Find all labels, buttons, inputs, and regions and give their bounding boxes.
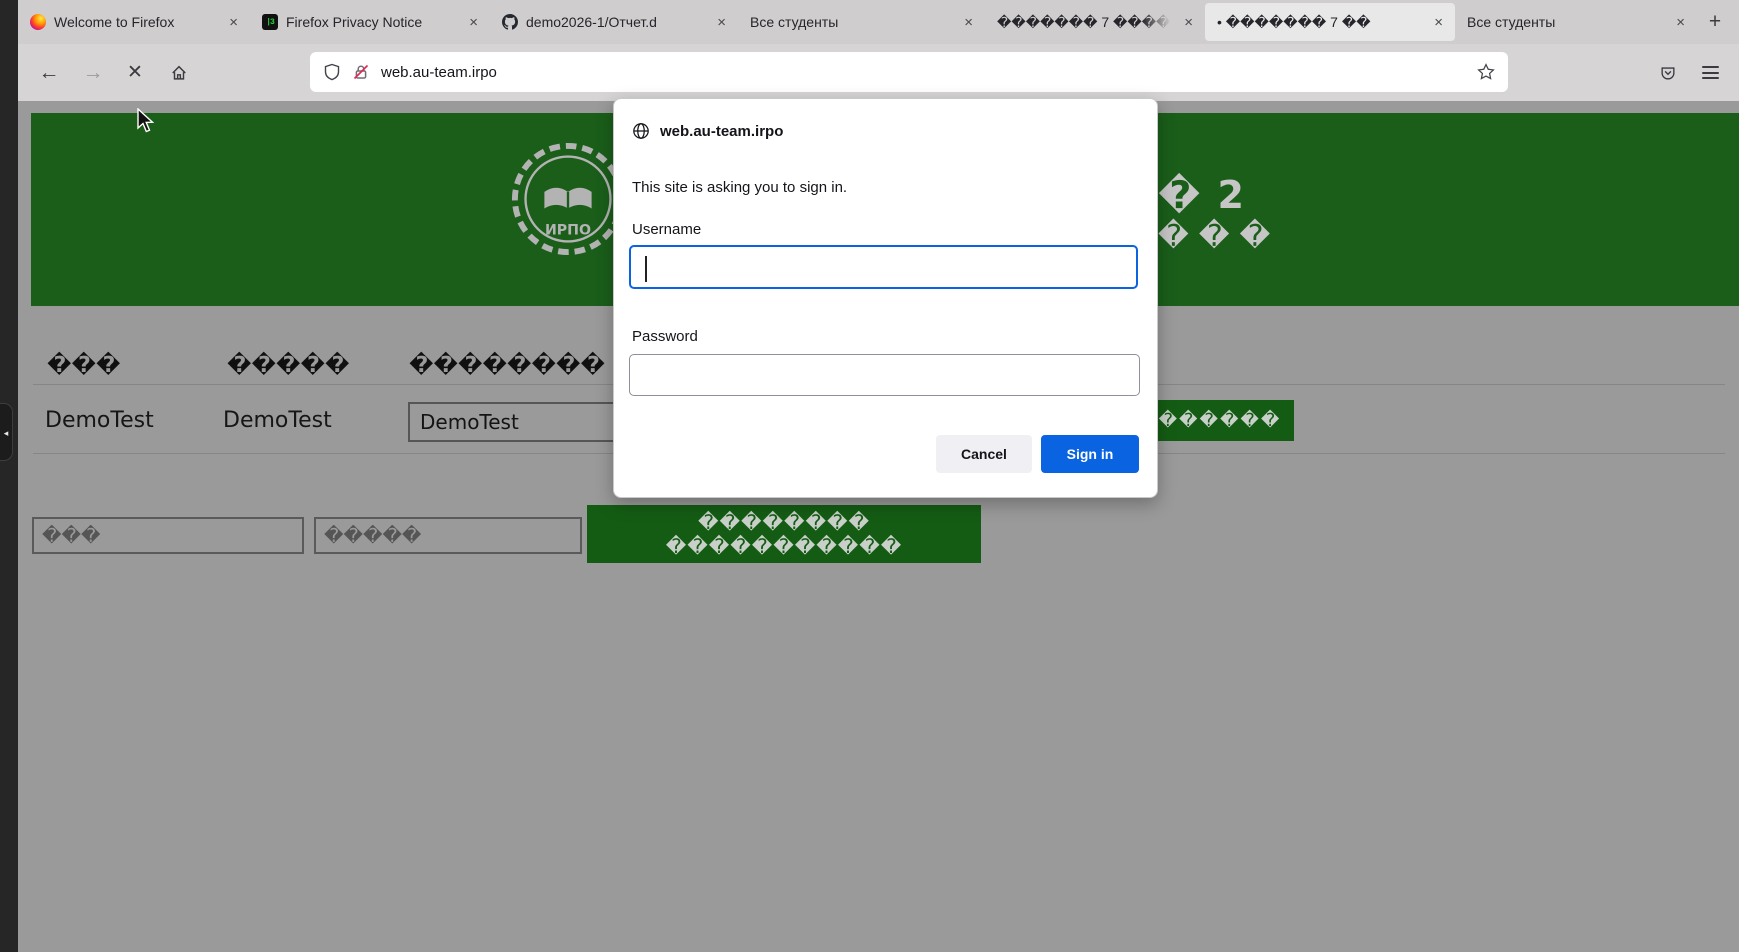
tab-close-icon[interactable]: ×: [962, 14, 975, 31]
bookmark-star-icon[interactable]: [1477, 63, 1495, 81]
sign-in-button[interactable]: Sign in: [1041, 435, 1139, 473]
mozilla-icon: [262, 14, 278, 30]
browser-window: Welcome to Firefox × Firefox Privacy Not…: [0, 0, 1739, 952]
text-caret: [645, 256, 647, 282]
home-icon: [170, 64, 188, 82]
sidebar-collapse-handle[interactable]: [0, 403, 13, 461]
irpo-logo: ИРПО: [509, 140, 627, 258]
hamburger-icon: [1702, 66, 1719, 79]
tab-privacy-notice[interactable]: Firefox Privacy Notice ×: [250, 0, 490, 44]
github-icon: [502, 14, 518, 30]
pocket-button[interactable]: [1651, 56, 1685, 90]
url-text[interactable]: web.au-team.irpo: [381, 64, 1466, 81]
tab-title: ������� 7 ����: [997, 14, 1174, 31]
auth-dialog-header: web.au-team.irpo: [632, 122, 783, 140]
tab-bar: Welcome to Firefox × Firefox Privacy Not…: [18, 0, 1739, 44]
tab-close-icon[interactable]: ×: [1432, 14, 1445, 31]
page-title-line2: ���: [1158, 219, 1280, 254]
tab-github-repo[interactable]: demo2026-1/Отчет.d ×: [490, 0, 738, 44]
url-bar[interactable]: web.au-team.irpo: [310, 52, 1508, 92]
column-header-group: �����: [227, 353, 349, 378]
tab-title: Firefox Privacy Notice: [286, 14, 459, 30]
tab-close-icon[interactable]: ×: [715, 14, 728, 31]
stop-button[interactable]: [118, 56, 152, 90]
menu-button[interactable]: [1693, 56, 1727, 90]
tab-student-7[interactable]: ������� 7 ���� ×: [985, 0, 1205, 44]
auth-message: This site is asking you to sign in.: [632, 179, 847, 196]
password-field[interactable]: [629, 354, 1140, 396]
new-tab-button[interactable]: +: [1697, 0, 1733, 44]
tracking-shield-icon[interactable]: [323, 63, 341, 81]
tab-title: Все студенты: [1467, 14, 1666, 30]
cancel-button[interactable]: Cancel: [936, 435, 1032, 473]
desktop-edge-strip: [0, 0, 18, 952]
new-student-group-input[interactable]: [314, 517, 582, 554]
student-group-cell: DemoTest: [223, 408, 332, 433]
svg-text:ИРПО: ИРПО: [545, 222, 591, 238]
tab-title: Welcome to Firefox: [54, 14, 219, 30]
new-student-name-input[interactable]: [32, 517, 304, 554]
tab-all-students-1[interactable]: Все студенты ×: [738, 0, 985, 44]
pocket-icon: [1659, 64, 1677, 82]
back-button[interactable]: [32, 56, 66, 90]
add-student-button[interactable]: �������� �����������: [587, 505, 981, 563]
tab-all-students-2[interactable]: Все студенты ×: [1455, 0, 1697, 44]
tab-title: Все студенты: [750, 14, 954, 30]
tab-close-icon[interactable]: ×: [1182, 14, 1195, 31]
http-auth-dialog: web.au-team.irpo This site is asking you…: [613, 98, 1158, 498]
student-name-cell: DemoTest: [45, 408, 154, 433]
tab-student-7-active[interactable]: • ������� 7 �� ×: [1205, 3, 1455, 41]
forward-button[interactable]: [76, 56, 110, 90]
navigation-toolbar: web.au-team.irpo: [18, 44, 1739, 101]
home-button[interactable]: [162, 56, 196, 90]
tab-close-icon[interactable]: ×: [467, 14, 480, 31]
page-title: � 2 ���: [1158, 173, 1280, 254]
collapse-arrow-icon: [4, 423, 9, 441]
password-label: Password: [632, 328, 698, 345]
username-field[interactable]: [629, 245, 1138, 289]
column-header-name: ���: [47, 353, 120, 378]
column-header-actions: ��������: [409, 353, 605, 378]
mouse-cursor: [136, 108, 158, 136]
username-label: Username: [632, 221, 701, 238]
globe-icon: [632, 122, 650, 140]
page-title-line1: � 2: [1158, 173, 1280, 217]
tab-title: • ������� 7 ��: [1217, 14, 1424, 31]
tab-title: demo2026-1/Отчет.d: [526, 14, 707, 30]
tab-close-icon[interactable]: ×: [227, 14, 240, 31]
auth-host: web.au-team.irpo: [660, 123, 783, 140]
tab-close-icon[interactable]: ×: [1674, 14, 1687, 31]
insecure-lock-icon[interactable]: [352, 63, 370, 81]
tab-welcome-to-firefox[interactable]: Welcome to Firefox ×: [18, 0, 250, 44]
firefox-icon: [30, 14, 46, 30]
